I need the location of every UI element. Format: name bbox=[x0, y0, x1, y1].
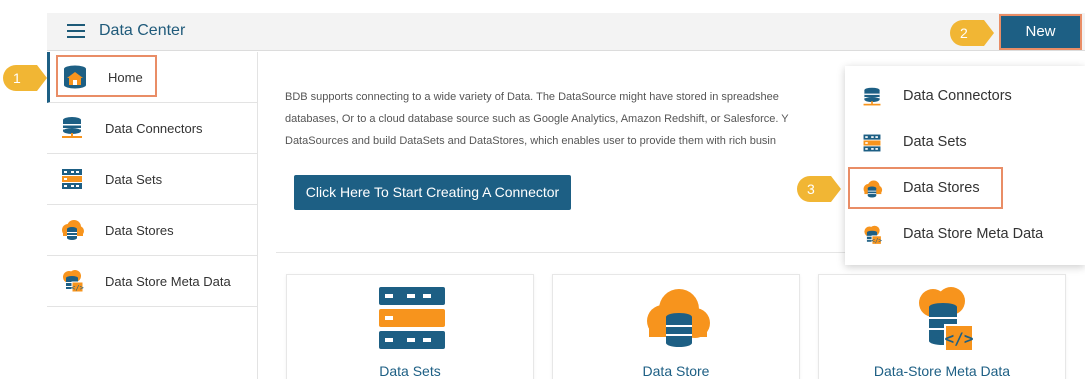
menu-item-data-connectors[interactable]: Data Connectors bbox=[845, 74, 1085, 120]
sidebar-item-home[interactable]: Home bbox=[47, 52, 257, 103]
intro-line: DataSources and build DataSets and DataS… bbox=[285, 135, 776, 147]
intro-text: BDB supports connecting to a wide variet… bbox=[285, 86, 845, 152]
data-stores-icon bbox=[62, 220, 84, 240]
svg-text:</>: </> bbox=[945, 329, 974, 348]
card-label: Data Sets bbox=[379, 363, 441, 379]
card-data-store-meta-data[interactable]: </> Data-Store Meta Data bbox=[818, 274, 1066, 379]
card-data-store[interactable]: Data Store bbox=[552, 274, 800, 379]
data-sets-icon bbox=[62, 169, 82, 189]
data-sets-icon bbox=[863, 134, 881, 152]
sidebar-item-data-stores[interactable]: Data Stores bbox=[47, 205, 257, 256]
intro-line: databases, Or to a cloud database source… bbox=[285, 113, 789, 125]
hamburger-menu-icon[interactable] bbox=[67, 24, 85, 38]
data-stores-highlight-box bbox=[848, 167, 1003, 209]
menu-item-data-store-meta-data[interactable]: </> Data Store Meta Data bbox=[845, 212, 1085, 258]
divider bbox=[276, 252, 846, 253]
intro-line: BDB supports connecting to a wide variet… bbox=[285, 91, 779, 103]
data-connectors-icon bbox=[863, 87, 881, 106]
data-store-meta-icon: </> bbox=[63, 270, 84, 293]
svg-text:</>: </> bbox=[871, 239, 882, 245]
svg-text:</>: </> bbox=[71, 284, 84, 292]
sidebar-item-data-sets[interactable]: Data Sets bbox=[47, 154, 257, 205]
card-data-sets[interactable]: Data Sets bbox=[286, 274, 534, 379]
create-connector-button[interactable]: Click Here To Start Creating A Connector bbox=[294, 175, 571, 210]
menu-item-data-sets[interactable]: Data Sets bbox=[845, 120, 1085, 166]
data-store-meta-icon: </> bbox=[864, 225, 882, 245]
new-dropdown-menu: Data Connectors Data Sets Data Stores </… bbox=[845, 66, 1085, 265]
home-db-icon bbox=[64, 65, 86, 89]
callout-badge-2: 2 bbox=[950, 20, 994, 46]
sidebar: Home Data Connectors Data Sets Data Stor… bbox=[47, 52, 258, 379]
sidebar-item-label: Data Connectors bbox=[105, 120, 203, 136]
card-label: Data Store bbox=[642, 363, 710, 379]
menu-item-label: Data Store Meta Data bbox=[903, 226, 1044, 242]
sidebar-item-label: Data Sets bbox=[105, 171, 163, 187]
top-bar: Data Center New bbox=[47, 13, 1085, 51]
menu-item-label: Data Sets bbox=[903, 134, 967, 150]
data-store-icon bbox=[647, 289, 710, 347]
sidebar-item-label: Data Store Meta Data bbox=[105, 273, 231, 289]
sidebar-item-data-connectors[interactable]: Data Connectors bbox=[47, 103, 257, 154]
new-button[interactable]: New bbox=[999, 14, 1082, 50]
sidebar-item-label: Home bbox=[108, 69, 143, 85]
card-label: Data-Store Meta Data bbox=[873, 363, 1011, 379]
app-title: Data Center bbox=[99, 22, 186, 39]
sidebar-item-label: Data Stores bbox=[105, 222, 174, 238]
data-store-meta-icon: </> bbox=[919, 287, 974, 352]
callout-badge-3: 3 bbox=[797, 176, 841, 202]
data-sets-icon bbox=[379, 287, 445, 349]
data-connectors-icon bbox=[62, 117, 82, 138]
callout-badge-1: 1 bbox=[3, 65, 47, 91]
sidebar-item-data-store-meta-data[interactable]: </> Data Store Meta Data bbox=[47, 256, 257, 307]
menu-item-label: Data Connectors bbox=[903, 88, 1012, 104]
